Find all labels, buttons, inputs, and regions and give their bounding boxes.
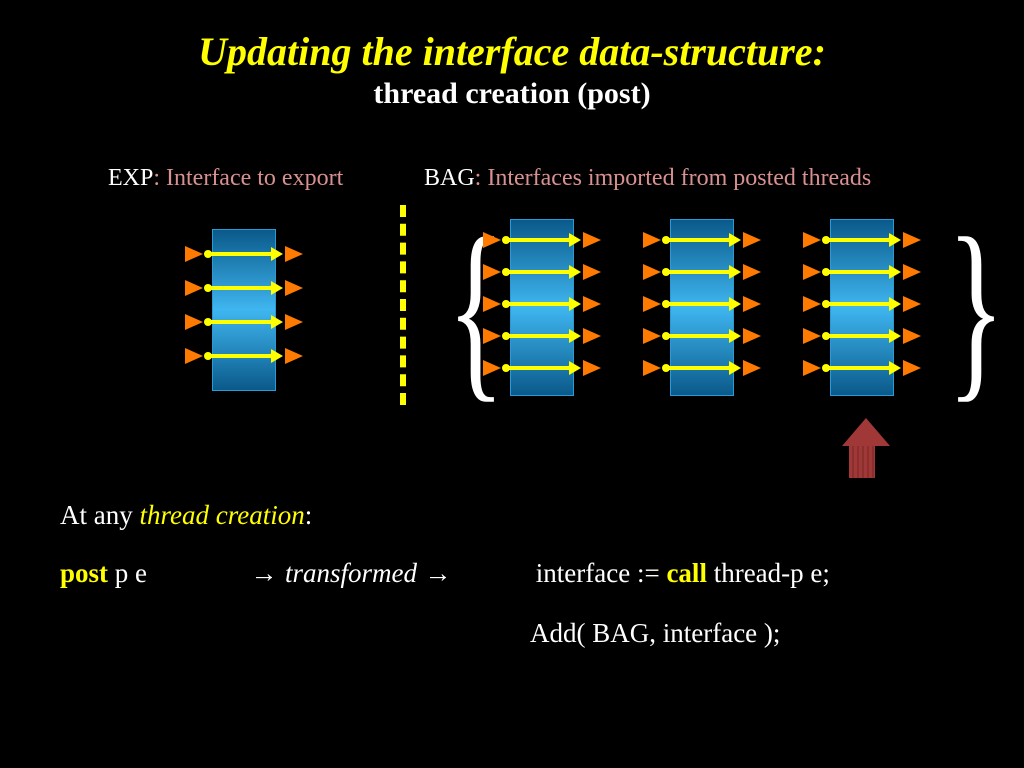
bag-block-1 [510, 219, 574, 396]
caption-line-2: post p e → transformed → interface := ca… [60, 558, 970, 589]
arrow-right-icon: → [251, 558, 286, 588]
l1a: At any [60, 500, 139, 530]
arrow-row-icon [483, 230, 603, 250]
caption-line-3: Add( BAG, interface ); [530, 618, 780, 649]
exp-block [212, 229, 276, 391]
arrow-row-icon [643, 262, 763, 282]
arrow-row-icon [643, 326, 763, 346]
arrow-row-icon [483, 326, 603, 346]
arrow-row-icon [643, 358, 763, 378]
l2-transformed: transformed [285, 558, 417, 588]
vertical-divider-icon [400, 205, 406, 405]
arrow-row-icon [185, 312, 305, 332]
arrow-right-icon: → [417, 558, 459, 588]
arrow-row-icon [185, 346, 305, 366]
exp-label: EXP: Interface to export [108, 165, 343, 192]
bag-desc: : Interfaces imported from posted thread… [475, 165, 872, 191]
slide-title: Updating the interface data-structure: [0, 28, 1024, 75]
l1b: thread creation [139, 500, 304, 530]
right-brace-icon: } [947, 211, 1005, 406]
diagram-area: { } [0, 205, 1024, 425]
bag-prefix: BAG [424, 165, 475, 191]
l2-pe: p e [108, 558, 147, 588]
exp-prefix: EXP [108, 165, 153, 191]
slide-subtitle: thread creation (post) [0, 77, 1024, 111]
arrow-row-icon [803, 230, 923, 250]
arrow-row-icon [803, 358, 923, 378]
exp-desc: : Interface to export [153, 165, 343, 191]
arrow-row-icon [185, 278, 305, 298]
l2-tail: thread-p e; [707, 558, 830, 588]
arrow-row-icon [483, 294, 603, 314]
arrow-row-icon [185, 244, 305, 264]
bag-block-3 [830, 219, 894, 396]
l2-call: call [666, 558, 707, 588]
arrow-row-icon [803, 294, 923, 314]
up-arrow-icon [842, 418, 882, 478]
arrow-row-icon [643, 294, 763, 314]
l1c: : [305, 500, 313, 530]
bag-label: BAG: Interfaces imported from posted thr… [424, 165, 871, 192]
caption-line-1: At any thread creation: [60, 500, 312, 531]
arrow-row-icon [483, 358, 603, 378]
l2-post: post [60, 558, 108, 588]
bag-block-2 [670, 219, 734, 396]
l2-iface: interface := [536, 558, 667, 588]
arrow-row-icon [803, 262, 923, 282]
arrow-row-icon [803, 326, 923, 346]
arrow-row-icon [483, 262, 603, 282]
arrow-row-icon [643, 230, 763, 250]
